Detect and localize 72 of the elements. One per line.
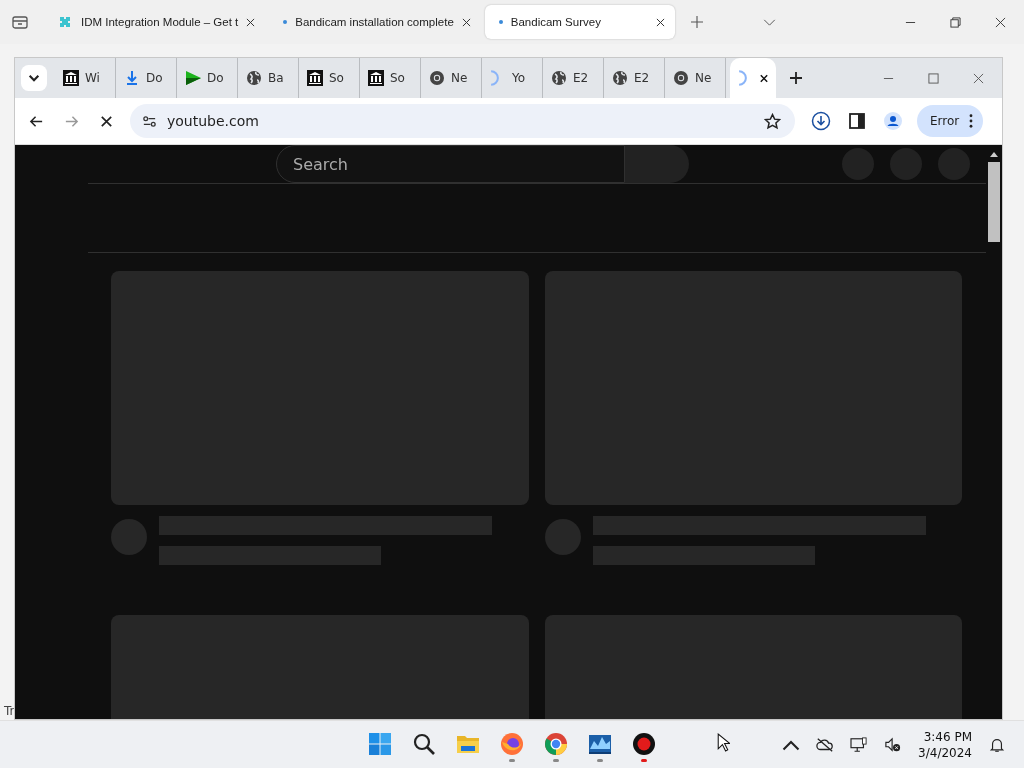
tab-title: So <box>390 71 405 85</box>
tab-title: IDM Integration Module – Get t <box>81 16 239 28</box>
dot-icon <box>498 20 503 24</box>
browser-tab[interactable]: Bandicam installation complete <box>269 5 481 39</box>
tab-title: E2 <box>634 71 650 85</box>
tab-title: So <box>329 71 344 85</box>
close-icon[interactable] <box>246 17 256 27</box>
more-icon[interactable] <box>969 114 974 128</box>
url-text: youtube.com <box>167 113 260 129</box>
restore-icon[interactable] <box>950 16 961 28</box>
dot-icon <box>283 20 288 24</box>
close-icon[interactable] <box>655 17 665 27</box>
museum-icon <box>307 70 323 86</box>
record-icon[interactable] <box>632 732 656 756</box>
maximize-icon[interactable] <box>928 72 939 84</box>
loading-spinner-icon <box>490 70 499 86</box>
profile-icon[interactable] <box>883 111 903 131</box>
notification-bell-icon[interactable] <box>988 736 1006 753</box>
close-icon[interactable] <box>461 17 471 27</box>
site-settings-icon[interactable] <box>142 113 157 129</box>
stop-icon[interactable] <box>99 113 114 129</box>
search-icon[interactable] <box>412 732 436 756</box>
download-icon[interactable] <box>811 111 831 131</box>
tab-search-icon[interactable] <box>21 65 47 91</box>
firefox-icon[interactable] <box>500 732 524 756</box>
browser-tab[interactable]: IDM Integration Module – Get t <box>47 5 266 39</box>
tab-title: Do <box>146 71 163 85</box>
avatar-placeholder <box>111 519 147 555</box>
museum-icon <box>368 70 384 86</box>
windows-start-icon[interactable] <box>368 732 392 756</box>
scroll-up-icon[interactable] <box>990 151 998 157</box>
play-icon <box>185 70 201 86</box>
tab-title: Ba <box>268 71 284 85</box>
tab-title: E2 <box>573 71 589 85</box>
close-icon[interactable] <box>995 16 1006 28</box>
globe-icon <box>612 70 628 86</box>
tab-title: Ne <box>451 71 468 85</box>
chrome-icon <box>429 70 445 86</box>
tab-actions-icon[interactable] <box>11 13 29 31</box>
network-icon[interactable] <box>850 736 869 753</box>
new-tab-icon[interactable] <box>790 72 802 84</box>
close-icon[interactable] <box>760 73 768 83</box>
tab-title: Bandicam Survey <box>510 16 602 28</box>
clock-date[interactable]: 3/4/2024 <box>918 744 972 761</box>
globe-icon <box>246 70 262 86</box>
loading-spinner-icon <box>738 70 747 86</box>
tab-title: Wi <box>85 71 100 85</box>
avatar-placeholder <box>545 519 581 555</box>
tab-title: Yo <box>512 71 526 85</box>
profile-error-button[interactable]: Error <box>917 105 984 137</box>
clock-time[interactable]: 3:46 PM <box>923 728 972 745</box>
background-text: Tr <box>4 704 15 718</box>
monitor-chart-icon[interactable] <box>588 732 612 756</box>
tab-title: Ne <box>695 71 712 85</box>
tab-title: Do <box>207 71 224 85</box>
chrome-icon <box>673 70 689 86</box>
puzzle-icon <box>57 14 73 30</box>
star-icon[interactable] <box>764 112 781 130</box>
chevron-down-icon[interactable] <box>762 18 776 26</box>
globe-icon <box>551 70 567 86</box>
side-panel-icon[interactable] <box>847 111 867 131</box>
chrome-icon[interactable] <box>544 732 568 756</box>
museum-icon <box>63 70 79 86</box>
search-field[interactable]: Search <box>276 145 625 183</box>
address-bar[interactable]: youtube.com <box>130 104 795 138</box>
cloud-off-icon[interactable] <box>816 736 835 753</box>
scrollbar-thumb[interactable] <box>988 162 1000 242</box>
download-icon <box>124 70 140 86</box>
speaker-muted-icon[interactable] <box>884 736 903 753</box>
browser-tab[interactable]: Bandicam Survey <box>484 5 675 39</box>
cursor-icon <box>717 733 730 752</box>
tab-title: Bandicam installation complete <box>295 16 454 28</box>
